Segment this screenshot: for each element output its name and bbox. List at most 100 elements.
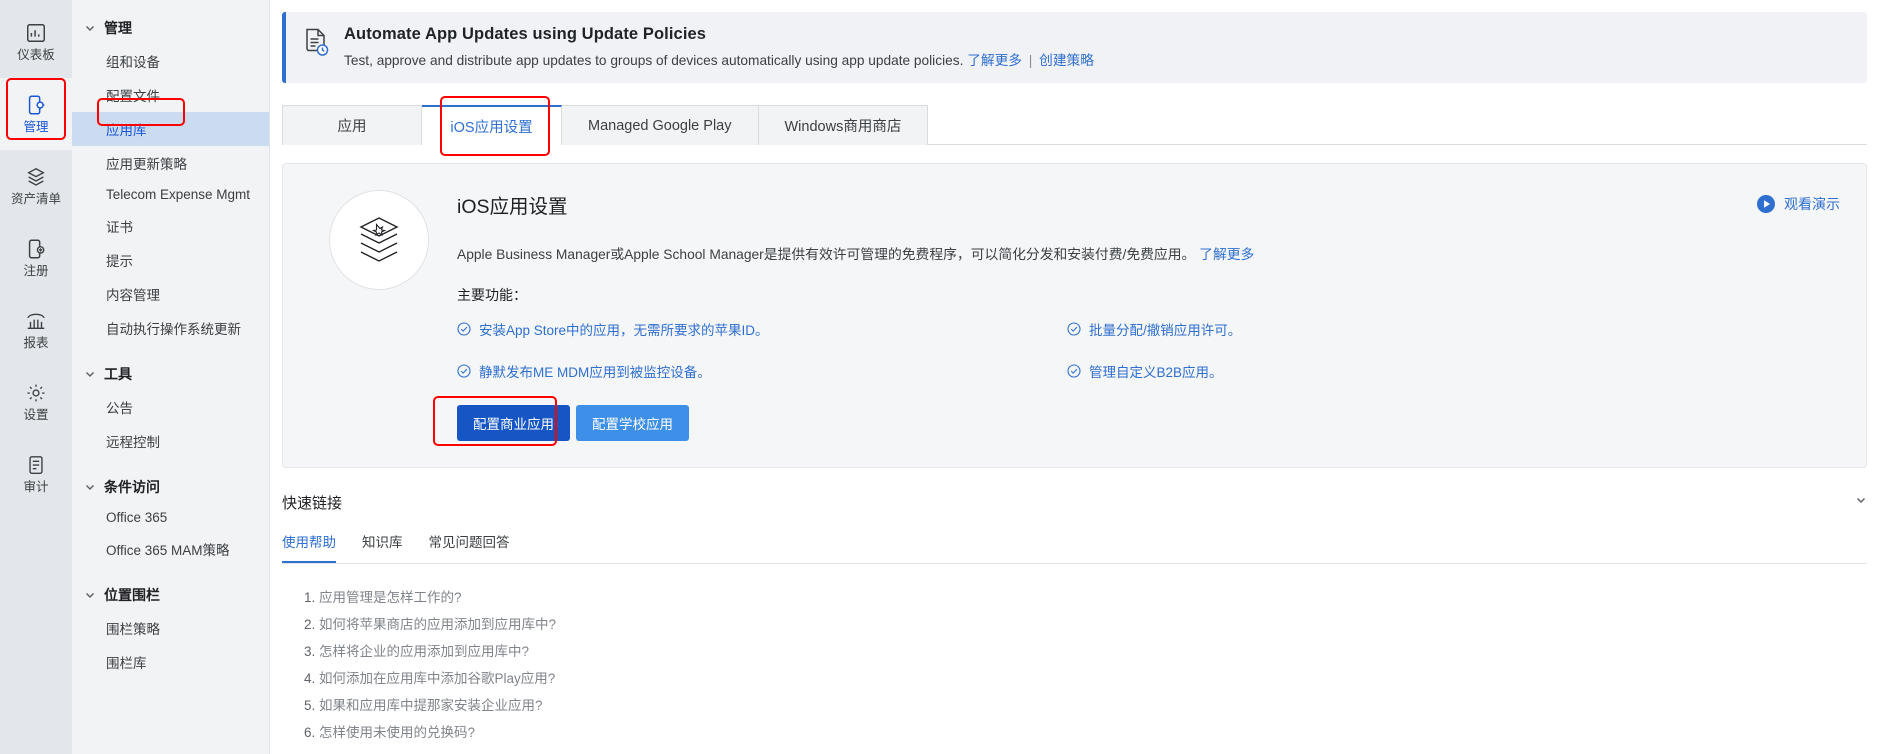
ios-app-settings-card: iOS应用设置 Apple Business Manager或Apple Sch…	[282, 163, 1867, 468]
app-root: 仪表板 管理 资产清单 注册 报表 设置 审计 管理 组和设备 配置文件 应用库…	[0, 0, 1879, 754]
sidebar-item-app-update-policy[interactable]: 应用更新策略	[72, 146, 269, 180]
sidebar-item-certificates[interactable]: 证书	[72, 209, 269, 243]
sidebar-item-remote-control[interactable]: 远程控制	[72, 424, 269, 458]
check-circle-icon	[1067, 364, 1081, 378]
banner-learn-more-link[interactable]: 了解更多	[967, 53, 1022, 68]
watch-demo-link[interactable]: 观看演示	[1756, 194, 1840, 214]
list-item[interactable]: 应用管理是怎样工作的?	[304, 586, 1867, 606]
nav-group-header-manage[interactable]: 管理	[72, 12, 269, 44]
feature-bulk-license[interactable]: 批量分配/撤销应用许可。	[1067, 319, 1842, 339]
sidebar-item-app-repository[interactable]: 应用库	[72, 112, 269, 146]
feature-custom-b2b[interactable]: 管理自定义B2B应用。	[1067, 361, 1842, 381]
tab-apps[interactable]: 应用	[282, 105, 422, 145]
quick-links-collapse-toggle[interactable]	[1855, 494, 1867, 506]
rail-item-enroll[interactable]: 注册	[0, 222, 72, 294]
hero-description-row: Apple Business Manager或Apple School Mana…	[457, 243, 1842, 263]
rail-item-reports[interactable]: 报表	[0, 294, 72, 366]
rail-item-dashboard[interactable]: 仪表板	[0, 6, 72, 78]
configure-school-apps-button[interactable]: 配置学校应用	[576, 405, 689, 441]
nav-group-label: 管理	[104, 20, 132, 36]
play-circle-icon	[1756, 194, 1776, 214]
configure-business-apps-button[interactable]: 配置商业应用	[457, 405, 570, 441]
list-item[interactable]: 如果和应用库中提那家安装企业应用?	[304, 694, 1867, 714]
feature-label: 管理自定义B2B应用。	[1089, 365, 1223, 380]
rail-item-label: 注册	[23, 264, 49, 279]
rail-item-label: 报表	[23, 336, 49, 351]
chevron-down-icon	[84, 22, 96, 34]
quick-links-tab-knowledge-base[interactable]: 知识库	[362, 531, 403, 563]
check-circle-icon	[1067, 322, 1081, 336]
list-item[interactable]: 怎样将企业的应用添加到应用库中?	[304, 640, 1867, 660]
primary-icon-rail: 仪表板 管理 资产清单 注册 报表 设置 审计	[0, 0, 72, 754]
tab-ios-app-settings[interactable]: iOS应用设置	[422, 105, 562, 146]
banner-description: Test, approve and distribute app updates…	[344, 53, 964, 68]
nav-group-label: 位置围栏	[104, 587, 160, 603]
features-grid: 安装App Store中的应用，无需所要求的苹果ID。 批量分配/撤销应用许可。…	[457, 319, 1842, 381]
quick-links-tab-list: 使用帮助 知识库 常见问题回答	[282, 531, 1867, 564]
banner-link-separator: |	[1028, 53, 1033, 68]
tab-managed-google-play[interactable]: Managed Google Play	[562, 105, 759, 145]
sidebar-item-office-365-mam-policy[interactable]: Office 365 MAM策略	[72, 532, 269, 566]
enroll-device-icon	[25, 238, 47, 260]
rail-item-inventory[interactable]: 资产清单	[0, 150, 72, 222]
nav-group-label: 条件访问	[104, 479, 160, 495]
feature-label: 静默发布ME MDM应用到被监控设备。	[479, 365, 711, 380]
nav-group-header-tools[interactable]: 工具	[72, 358, 269, 390]
gear-icon	[25, 382, 47, 404]
rail-item-label: 资产清单	[10, 192, 61, 207]
banner-text-block: Automate App Updates using Update Polici…	[344, 25, 1094, 69]
tab-windows-business-store[interactable]: Windows商用商店	[758, 105, 929, 145]
hero-action-row: 配置商业应用 配置学校应用	[433, 396, 1842, 446]
sidebar-item-fence-library[interactable]: 围栏库	[72, 645, 269, 679]
rail-item-audit[interactable]: 审计	[0, 438, 72, 510]
sidebar-item-groups-devices[interactable]: 组和设备	[72, 44, 269, 78]
manage-device-icon	[25, 94, 47, 116]
rail-item-settings[interactable]: 设置	[0, 366, 72, 438]
feature-silent-publish[interactable]: 静默发布ME MDM应用到被监控设备。	[457, 361, 1067, 381]
banner-title: Automate App Updates using Update Polici…	[344, 25, 707, 43]
inventory-layers-icon	[25, 166, 47, 188]
list-item[interactable]: 怎样使用未使用的兑换码?	[304, 721, 1867, 741]
hero-learn-more-link[interactable]: 了解更多	[1199, 247, 1254, 262]
sidebar-item-telecom-expense-mgmt[interactable]: Telecom Expense Mgmt	[72, 180, 269, 209]
rail-item-label: 设置	[23, 408, 49, 423]
rail-item-label: 管理	[23, 120, 49, 135]
ios-app-settings-body: iOS应用设置 Apple Business Manager或Apple Sch…	[433, 188, 1842, 446]
sidebar-item-prompts[interactable]: 提示	[72, 243, 269, 277]
nav-group-header-geofencing[interactable]: 位置围栏	[72, 579, 269, 611]
sidebar-item-fence-policy[interactable]: 围栏策略	[72, 611, 269, 645]
check-circle-icon	[457, 364, 471, 378]
rail-item-manage[interactable]: 管理	[0, 78, 72, 150]
nav-group-label: 工具	[104, 366, 132, 382]
list-item[interactable]: 如何添加在应用库中添加谷歌Play应用?	[304, 667, 1867, 687]
sidebar-item-auto-os-update[interactable]: 自动执行操作系统更新	[72, 311, 269, 345]
sidebar-item-profiles[interactable]: 配置文件	[72, 78, 269, 112]
reports-bar-icon	[25, 310, 47, 332]
main-content: Automate App Updates using Update Polici…	[270, 0, 1879, 754]
tab-list: 应用 iOS应用设置 Managed Google Play Windows商用…	[282, 105, 1867, 146]
chevron-down-icon	[84, 481, 96, 493]
chevron-down-icon	[1856, 497, 1866, 504]
app-layers-icon	[359, 217, 399, 262]
nav-group-header-conditional-access[interactable]: 条件访问	[72, 471, 269, 503]
sidebar-item-office-365[interactable]: Office 365	[72, 503, 269, 532]
sidebar-item-content-management[interactable]: 内容管理	[72, 277, 269, 311]
quick-links-tab-help[interactable]: 使用帮助	[282, 531, 336, 563]
list-item[interactable]: 如何将苹果商店的应用添加到应用库中?	[304, 613, 1867, 633]
feature-label: 批量分配/撤销应用许可。	[1089, 323, 1242, 338]
dashboard-icon	[25, 22, 47, 44]
tab-bar: 应用 iOS应用设置 Managed Google Play Windows商用…	[282, 96, 1867, 156]
banner-create-policy-link[interactable]: 创建策略	[1039, 53, 1094, 68]
feature-install-appstore[interactable]: 安装App Store中的应用，无需所要求的苹果ID。	[457, 319, 1067, 339]
document-clock-icon	[302, 27, 330, 57]
watch-demo-label: 观看演示	[1784, 196, 1840, 212]
secondary-nav-tree: 管理 组和设备 配置文件 应用库 应用更新策略 Telecom Expense …	[72, 0, 270, 754]
quick-links-tab-faq[interactable]: 常见问题回答	[429, 531, 510, 563]
clipboard-icon	[25, 454, 47, 476]
chevron-down-icon	[84, 589, 96, 601]
quick-links-title: 快速链接	[282, 495, 343, 512]
sidebar-item-announcements[interactable]: 公告	[72, 390, 269, 424]
chevron-down-icon	[84, 368, 96, 380]
